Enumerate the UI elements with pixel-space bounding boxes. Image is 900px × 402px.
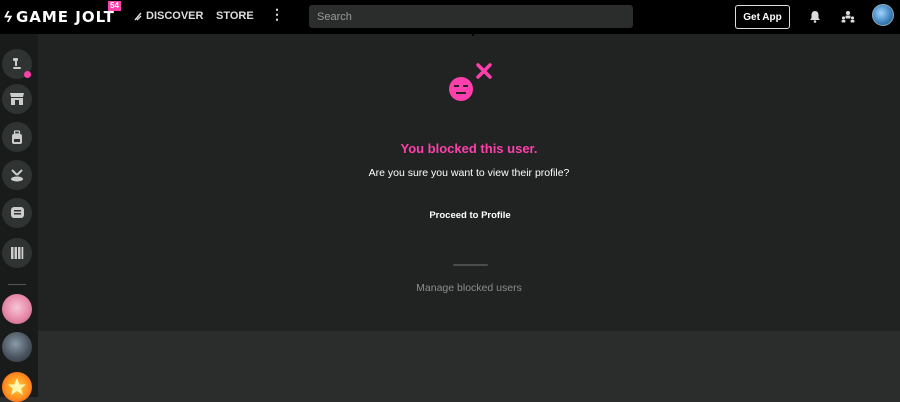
notification-dot — [24, 71, 31, 78]
activity-icon — [13, 58, 21, 69]
sidebar-item-chat[interactable] — [2, 198, 32, 228]
bell-icon[interactable] — [809, 10, 821, 23]
sidebar-item-quests[interactable] — [2, 160, 32, 190]
backpack-icon — [12, 129, 22, 144]
quest-icon — [11, 168, 23, 181]
blocked-message: Are you sure you want to view their prof… — [368, 167, 570, 179]
kebab-icon[interactable]: ⋮ — [270, 6, 284, 23]
community-avatar-2[interactable] — [2, 332, 32, 362]
logo-text: GAME JOLT — [15, 8, 115, 26]
top-bar: ϟ GAME JOLT 54 DISCOVER STORE ⋮ Get App — [0, 0, 900, 34]
sidebar-divider — [8, 284, 26, 285]
sidebar-item-backpack[interactable] — [2, 122, 32, 152]
proceed-to-profile-button[interactable]: Proceed to Profile — [420, 205, 520, 225]
logo-badge: 54 — [108, 1, 121, 11]
page-footer-area — [38, 331, 900, 397]
discover-icon — [134, 12, 142, 20]
star-icon — [8, 378, 26, 395]
storefront-icon — [10, 93, 24, 105]
community-avatar-1[interactable] — [2, 294, 32, 324]
header-marker — [472, 34, 474, 36]
blocked-user-icon — [449, 63, 492, 101]
chat-icon — [10, 206, 24, 218]
get-app-button[interactable]: Get App — [735, 5, 790, 29]
gamejolt-logo[interactable]: ϟ GAME JOLT 54 — [4, 1, 121, 27]
discover-label: DISCOVER — [146, 10, 204, 22]
separator — [453, 264, 488, 266]
community-avatar-3[interactable] — [2, 372, 32, 402]
nav-store[interactable]: STORE — [216, 10, 254, 22]
manage-blocked-users-link[interactable]: Manage blocked users — [38, 282, 900, 294]
bolt-icon: ϟ — [4, 8, 12, 26]
left-sidebar — [0, 34, 38, 402]
sidebar-item-store[interactable] — [2, 84, 32, 114]
user-avatar[interactable] — [872, 4, 894, 26]
search-input[interactable] — [309, 5, 633, 28]
library-icon — [11, 247, 24, 259]
nav-discover[interactable]: DISCOVER — [134, 10, 203, 22]
blocked-title: You blocked this user. — [400, 141, 538, 156]
friends-icon[interactable] — [841, 10, 855, 23]
sidebar-item-library[interactable] — [2, 238, 32, 268]
